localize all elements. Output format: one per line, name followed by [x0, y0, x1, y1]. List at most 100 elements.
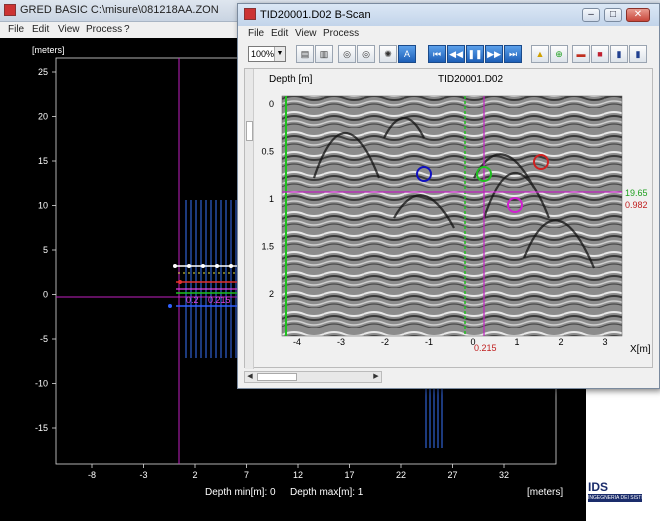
scan-point: [201, 264, 205, 268]
bscan-x-tick-label: -2: [381, 337, 389, 347]
scan-point-red: [178, 280, 182, 284]
scroll-right-icon[interactable]: ▶: [371, 372, 381, 382]
map-y-unit: [meters]: [32, 45, 65, 55]
cursor-x-value: 0.215: [474, 343, 497, 353]
horizontal-scrollbar[interactable]: ◀ ▶: [244, 371, 382, 383]
scan-point: [215, 264, 219, 268]
bscan-menu-process[interactable]: Process: [323, 28, 359, 39]
menu-file[interactable]: File: [8, 24, 24, 35]
overlay-value-b: 0.215: [208, 295, 231, 305]
map-x-tick-label: 32: [499, 470, 509, 480]
map-y-tick-label: -10: [35, 379, 48, 389]
bscan-y-tick-label: 1: [269, 194, 274, 204]
marker-icon[interactable]: ▮: [610, 45, 628, 63]
pause-icon[interactable]: ❚❚: [466, 45, 484, 63]
maximize-button[interactable]: □: [604, 8, 622, 22]
bscan-window-title: TID20001.D02 B-Scan: [260, 9, 371, 21]
zoom-select[interactable]: 100% ▼: [248, 46, 286, 62]
bscan-menu-bar: File Edit View Process: [238, 26, 659, 42]
map-x-tick-label: 27: [447, 470, 457, 480]
cursor-value-green: 19.65: [625, 188, 648, 198]
binoculars-icon[interactable]: ◎: [338, 45, 356, 63]
layers-icon[interactable]: ▬: [572, 45, 590, 63]
scroll-left-icon[interactable]: ◀: [245, 372, 255, 382]
close-button[interactable]: ✕: [626, 8, 650, 22]
map-y-tick-label: 15: [38, 156, 48, 166]
ids-flag-icon[interactable]: ■: [591, 45, 609, 63]
binoculars-2-icon[interactable]: ◎: [357, 45, 375, 63]
scan-point: [173, 264, 177, 268]
ids-logo-text: IDS: [588, 480, 609, 494]
app-icon: [4, 4, 16, 16]
map-y-tick-label: 10: [38, 201, 48, 211]
zoom-value: 100%: [251, 49, 275, 59]
bscan-menu-file[interactable]: File: [248, 28, 264, 39]
horizontal-scroll-thumb[interactable]: [257, 373, 297, 381]
depth-min-label: Depth min[m]: 0: [205, 487, 276, 498]
menu-help[interactable]: ?: [124, 24, 130, 35]
bscan-y-tick-label: 0.5: [261, 147, 274, 157]
overlay-value-a: 0.2: [186, 295, 199, 305]
bscan-menu-edit[interactable]: Edit: [271, 28, 288, 39]
bscan-x-tick-label: -1: [425, 337, 433, 347]
map-x-tick-label: 12: [293, 470, 303, 480]
depth-max-label: Depth max[m]: 1: [290, 487, 364, 498]
bscan-x-tick-label: -4: [293, 337, 301, 347]
map-y-tick-label: 5: [43, 245, 48, 255]
settings-icon[interactable]: ▮: [629, 45, 647, 63]
minimize-button[interactable]: –: [582, 8, 600, 22]
first-icon[interactable]: ⏮: [428, 45, 446, 63]
menu-edit[interactable]: Edit: [32, 24, 49, 35]
paste-icon[interactable]: ▥: [315, 45, 333, 63]
ids-logo: IDS INGEGNERIA DEI SISTEMI: [586, 478, 646, 508]
bscan-x-label: X[m]: [630, 344, 651, 355]
map-y-tick-label: 0: [43, 290, 48, 300]
bscan-y-ticks: 0 0.5 1 1.5 2: [261, 99, 274, 299]
bscan-y-label: Depth [m]: [269, 74, 313, 85]
bscan-toolbar: 100% ▼ ▤ ▥ ◎ ◎ ✺ A ⏮ ◀◀ ❚❚ ▶▶ ⏭ ▲ ⊕ ▬ ■ …: [238, 42, 659, 68]
scan-point: [229, 264, 233, 268]
text-a-icon[interactable]: A: [398, 45, 416, 63]
bscan-x-tick-label: 3: [602, 337, 607, 347]
map-y-tick-label: -15: [35, 423, 48, 433]
target-icon[interactable]: ⊕: [550, 45, 568, 63]
map-x-unit: [meters]: [527, 487, 564, 498]
bscan-y-tick-label: 0: [269, 99, 274, 109]
copy-icon[interactable]: ▤: [296, 45, 314, 63]
map-y-tick-label: 25: [38, 67, 48, 77]
bscan-window[interactable]: TID20001.D02 B-Scan – □ ✕ File Edit View…: [237, 3, 660, 389]
last-icon[interactable]: ⏭: [504, 45, 522, 63]
bscan-x-tick-label: 1: [514, 337, 519, 347]
bscan-x-tick-label: -3: [337, 337, 345, 347]
map-y-tick-label: -5: [40, 334, 48, 344]
bscan-y-tick-label: 1.5: [261, 242, 274, 252]
menu-view[interactable]: View: [58, 24, 80, 35]
color-wheel-icon[interactable]: ✺: [379, 45, 397, 63]
warning-triangle-icon[interactable]: ▲: [531, 45, 549, 63]
bscan-x-ticks: -4 -3 -2 -1 0 1 2 3: [293, 337, 608, 347]
bscan-app-icon: [244, 8, 256, 20]
map-x-tick-label: -8: [88, 470, 96, 480]
map-x-tick-label: 17: [344, 470, 354, 480]
map-x-tick-label: 2: [192, 470, 197, 480]
rewind-icon[interactable]: ◀◀: [447, 45, 465, 63]
cursor-value-red: 0.982: [625, 200, 648, 210]
menu-process[interactable]: Process: [86, 24, 122, 35]
main-window-title: GRED BASIC C:\misure\081218AA.ZON: [20, 4, 219, 16]
bscan-plot-title: TID20001.D02: [438, 74, 503, 85]
ids-logo-subtext: INGEGNERIA DEI SISTEMI: [588, 494, 642, 502]
radargram-image: [281, 95, 623, 337]
bscan-plot[interactable]: Depth [m] TID20001.D02 0 0.5 1 1.5 2 -4 -3 -2 -…: [244, 68, 653, 368]
scan-point: [187, 264, 191, 268]
bscan-y-tick-label: 2: [269, 289, 274, 299]
map-x-tick-label: 22: [396, 470, 406, 480]
map-x-tick-label: -3: [139, 470, 147, 480]
chevron-down-icon[interactable]: ▼: [274, 47, 285, 61]
bscan-menu-view[interactable]: View: [295, 28, 317, 39]
scan-point-blue: [168, 304, 172, 308]
bscan-x-tick-label: 2: [558, 337, 563, 347]
map-y-tick-label: 20: [38, 112, 48, 122]
bscan-title-bar[interactable]: TID20001.D02 B-Scan – □ ✕: [238, 4, 659, 26]
map-x-tick-label: 7: [244, 470, 249, 480]
forward-icon[interactable]: ▶▶: [485, 45, 503, 63]
